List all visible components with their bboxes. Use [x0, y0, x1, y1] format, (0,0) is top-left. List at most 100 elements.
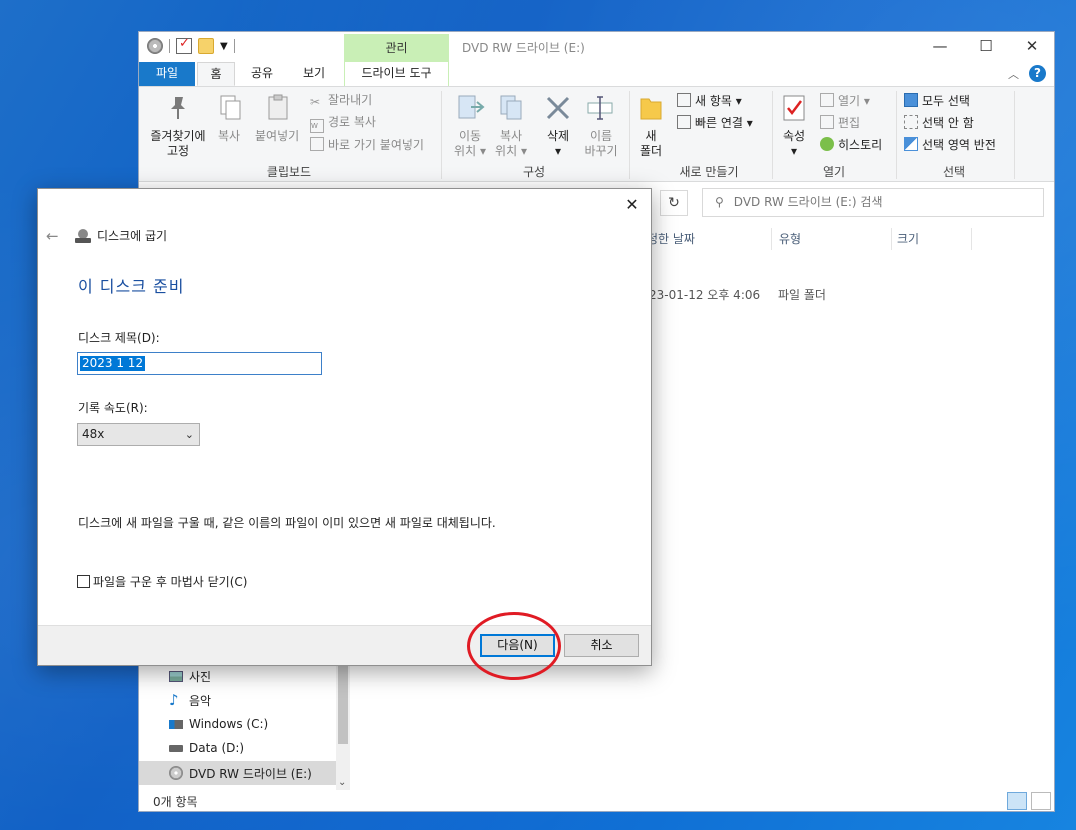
tab-share[interactable]: 공유: [243, 62, 281, 86]
group-label-organize: 구성: [522, 165, 546, 179]
copy-button[interactable]: 복사: [218, 129, 240, 144]
select-all-button[interactable]: 모두 선택: [904, 93, 970, 109]
new-folder-icon[interactable]: [198, 38, 214, 54]
burn-disc-icon: [75, 228, 91, 243]
ribbon: 즐겨찾기에 고정 복사 붙여넣기 ✂ 잘라내기 W 경로 복사 바로 가기 붙여넣기…: [139, 86, 1054, 182]
paste-icon: [268, 94, 288, 120]
close-wizard-label: 파일을 구운 후 마법사 닫기(C): [93, 575, 248, 589]
item-count: 0개 항목: [153, 795, 198, 809]
folder-icon: [640, 98, 662, 120]
tab-view[interactable]: 보기: [295, 62, 333, 86]
large-icons-view-icon[interactable]: [1031, 792, 1051, 810]
paste-button[interactable]: 붙여넣기: [255, 129, 299, 144]
copy-path-button[interactable]: W 경로 복사: [310, 115, 376, 133]
new-item-button[interactable]: 새 항목 ▾: [677, 93, 742, 109]
rename-button[interactable]: 이름 바꾸기: [579, 129, 623, 159]
edit-icon: [820, 115, 834, 129]
customize-toolbar-dropdown-icon[interactable]: ▼: [220, 41, 228, 52]
row-modified: 23-01-12 오후 4:06: [649, 288, 761, 302]
refresh-icon[interactable]: ↻: [660, 190, 688, 216]
tab-file[interactable]: 파일: [139, 62, 195, 86]
group-label-clipboard: 클립보드: [266, 165, 312, 179]
window-title: DVD RW 드라이브 (E:): [462, 41, 585, 55]
history-icon: [820, 137, 834, 151]
delete-button[interactable]: 삭제 ▾: [538, 129, 578, 159]
collapse-ribbon-icon[interactable]: ︿: [1008, 66, 1019, 82]
rename-icon: [587, 96, 613, 120]
close-wizard-checkbox[interactable]: [77, 575, 90, 588]
easy-access-button[interactable]: 빠른 연결 ▾: [677, 115, 753, 131]
nav-item-pictures[interactable]: 사진: [169, 666, 211, 686]
nav-item-dvd-e[interactable]: DVD RW 드라이브 (E:): [139, 761, 336, 785]
new-folder-button[interactable]: 새 폴더: [634, 129, 668, 159]
scissors-icon: ✂: [310, 95, 321, 109]
cut-button[interactable]: ✂ 잘라내기: [310, 93, 372, 109]
path-icon: W: [310, 119, 324, 133]
page-title: 이 디스크 준비: [78, 277, 185, 296]
properties-check-icon[interactable]: [176, 36, 192, 54]
recording-speed-label: 기록 속도(R):: [78, 401, 148, 415]
group-label-select: 선택: [942, 165, 966, 179]
minimize-icon[interactable]: —: [917, 32, 963, 62]
back-arrow-icon[interactable]: ←: [46, 227, 59, 245]
windows-drive-icon: [169, 719, 183, 729]
title-bar: ▼ 관리 DVD RW 드라이브 (E:) — ☐ ✕: [139, 32, 1054, 62]
scroll-down-icon[interactable]: ⌄: [338, 777, 346, 788]
column-headers: 정한 날짜 유형 크기: [647, 228, 1047, 250]
nav-item-data-d[interactable]: Data (D:): [169, 738, 244, 758]
invert-selection-icon: [904, 137, 918, 151]
cancel-button[interactable]: 취소: [564, 634, 639, 657]
search-input[interactable]: ⚲ DVD RW 드라이브 (E:) 검색: [702, 188, 1044, 217]
group-label-new: 새로 만들기: [679, 165, 739, 179]
nav-item-windows-c[interactable]: Windows (C:): [169, 714, 268, 734]
pin-to-quick-access-button[interactable]: 즐겨찾기에 고정: [143, 129, 213, 159]
disc-title-input[interactable]: 2023 1 12: [77, 352, 322, 375]
open-button[interactable]: 열기 ▾: [820, 93, 870, 109]
paste-shortcut-button[interactable]: 바로 가기 붙여넣기: [310, 137, 424, 153]
select-none-button[interactable]: 선택 안 함: [904, 115, 974, 131]
column-type[interactable]: 유형: [779, 230, 801, 247]
shortcut-icon: [310, 137, 324, 151]
details-view-icon[interactable]: [1007, 792, 1027, 810]
select-all-icon: [904, 93, 918, 107]
hard-drive-icon: [169, 744, 183, 752]
column-date-modified[interactable]: 정한 날짜: [647, 230, 695, 247]
maximize-icon[interactable]: ☐: [963, 32, 1009, 62]
move-to-button[interactable]: 이동 위치 ▾: [448, 129, 492, 159]
ribbon-tabs: 파일 홈 공유 보기 드라이브 도구 ︿ ?: [139, 62, 1054, 86]
edit-button[interactable]: 편집: [820, 115, 860, 131]
music-note-icon: ♪: [169, 691, 179, 709]
copy-to-button[interactable]: 복사 위치 ▾: [489, 129, 533, 159]
close-wizard-checkbox-row[interactable]: 파일을 구운 후 마법사 닫기(C): [77, 573, 247, 590]
close-icon[interactable]: ✕: [621, 195, 643, 215]
tab-manage[interactable]: 관리: [344, 34, 449, 62]
properties-button[interactable]: 속성 ▾: [776, 129, 812, 159]
disc-title-label: 디스크 제목(D):: [78, 331, 160, 345]
quick-access-toolbar: ▼: [147, 36, 235, 54]
history-button[interactable]: 히스토리: [820, 137, 882, 153]
invert-selection-button[interactable]: 선택 영역 반전: [904, 137, 996, 153]
burn-to-disc-dialog: ✕ ← 디스크에 굽기 이 디스크 준비 디스크 제목(D): 2023 1 1…: [37, 188, 652, 666]
group-label-open: 열기: [822, 165, 846, 179]
copy-icon: [220, 95, 241, 120]
nav-scrollbar[interactable]: ⌄: [336, 652, 350, 790]
wizard-title: 디스크에 굽기: [75, 227, 167, 244]
select-none-icon: [904, 115, 918, 129]
tab-home[interactable]: 홈: [197, 62, 235, 86]
properties-icon: [783, 95, 805, 121]
help-icon[interactable]: ?: [1029, 65, 1046, 82]
pictures-icon: [169, 670, 183, 682]
navigation-pane: 사진 ♪ 음악 Windows (C:) Data (D:) DVD RW 드라…: [139, 660, 349, 790]
tab-drive-tools[interactable]: 드라이브 도구: [344, 62, 449, 86]
nav-item-music[interactable]: ♪ 음악: [169, 690, 211, 710]
info-text: 디스크에 새 파일을 구울 때, 같은 이름의 파일이 이미 있으면 새 파일로…: [78, 516, 496, 530]
column-size[interactable]: 크기: [897, 230, 919, 247]
recording-speed-select[interactable]: 48x ⌄: [77, 423, 200, 446]
close-window-icon[interactable]: ✕: [1009, 32, 1055, 62]
row-type: 파일 폴더: [778, 288, 826, 302]
search-icon: ⚲: [715, 195, 724, 209]
delete-x-icon: [546, 96, 570, 120]
move-to-icon: [458, 95, 485, 119]
pin-icon: [171, 97, 185, 119]
chevron-down-icon: ⌄: [184, 428, 194, 441]
